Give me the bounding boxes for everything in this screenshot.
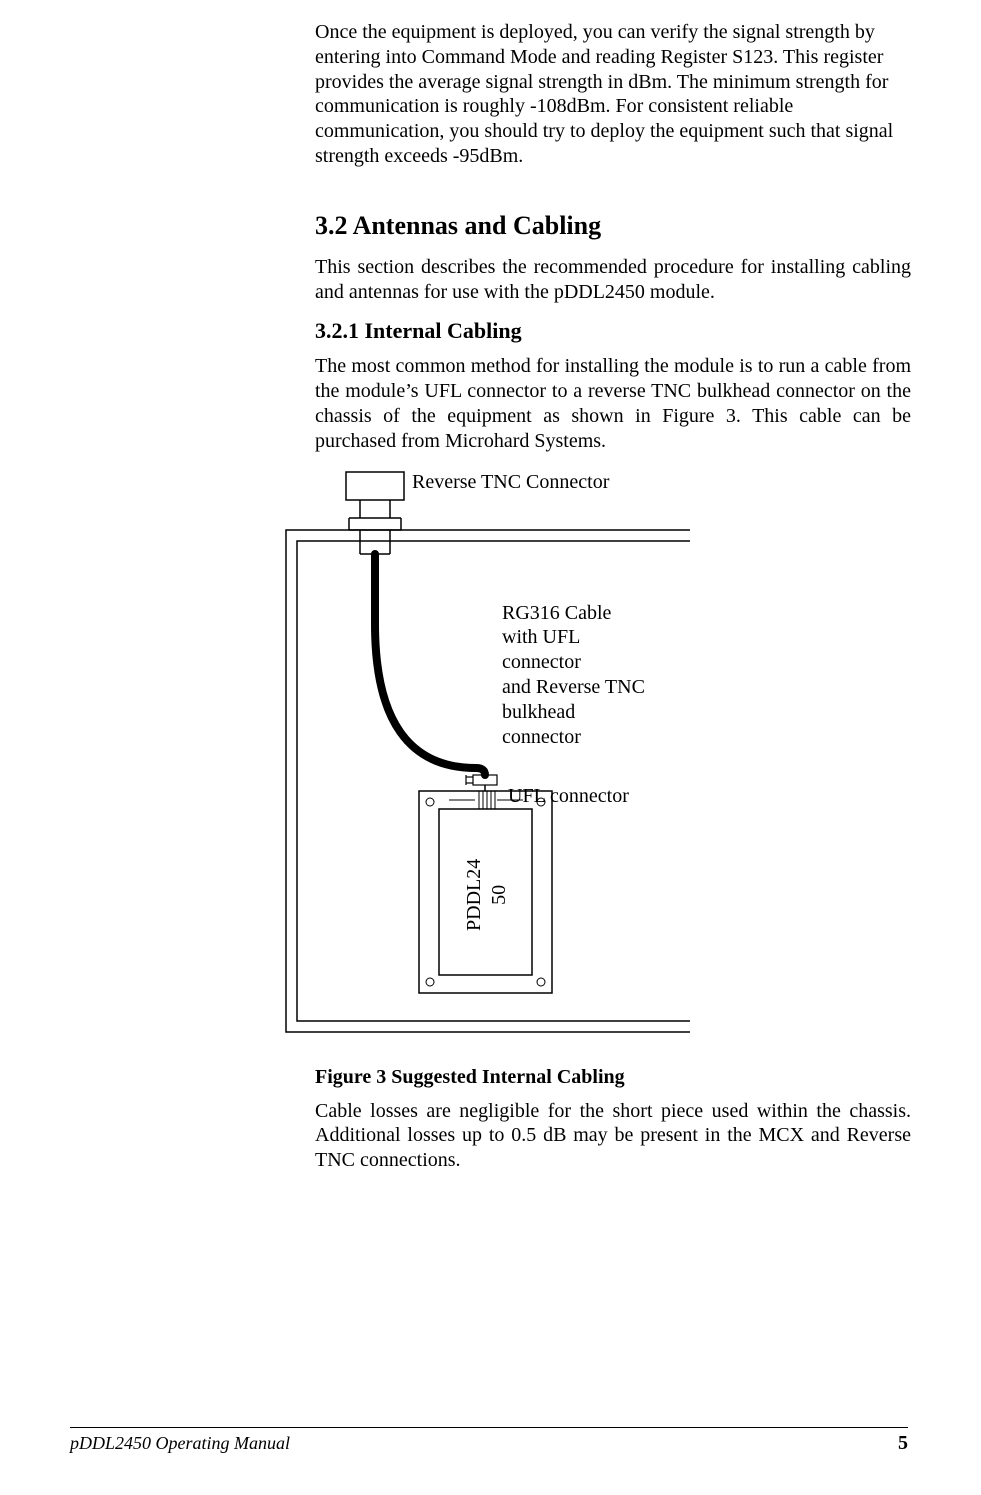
label-cable: RG316 Cable with UFL connector and Rever… <box>502 601 645 750</box>
content-column: Once the equipment is deployed, you can … <box>315 20 911 1173</box>
paragraph-3-2-intro: This section describes the recommended p… <box>315 255 911 305</box>
paragraph-3-2-1: The most common method for installing th… <box>315 354 911 453</box>
footer-title: pDDL2450 Operating Manual <box>70 1433 290 1454</box>
label-tnc: Reverse TNC Connector <box>412 470 609 495</box>
paragraph-cable-losses: Cable losses are negligible for the shor… <box>315 1099 911 1173</box>
heading-3-2-1: 3.2.1 Internal Cabling <box>315 318 911 344</box>
figure-3: Reverse TNC Connector RG316 Cable with U… <box>90 468 690 1044</box>
page-number: 5 <box>898 1432 908 1455</box>
paragraph-signal-strength: Once the equipment is deployed, you can … <box>315 20 911 169</box>
figure-caption: Figure 3 Suggested Internal Cabling <box>315 1066 911 1089</box>
label-module: PDDL24 50 <box>462 858 512 930</box>
heading-3-2: 3.2 Antennas and Cabling <box>315 211 911 241</box>
page-footer: pDDL2450 Operating Manual 5 <box>70 1427 908 1455</box>
figure-svg <box>90 468 690 1044</box>
page: Once the equipment is deployed, you can … <box>0 0 981 1495</box>
label-ufl: UFL connector <box>508 784 629 809</box>
